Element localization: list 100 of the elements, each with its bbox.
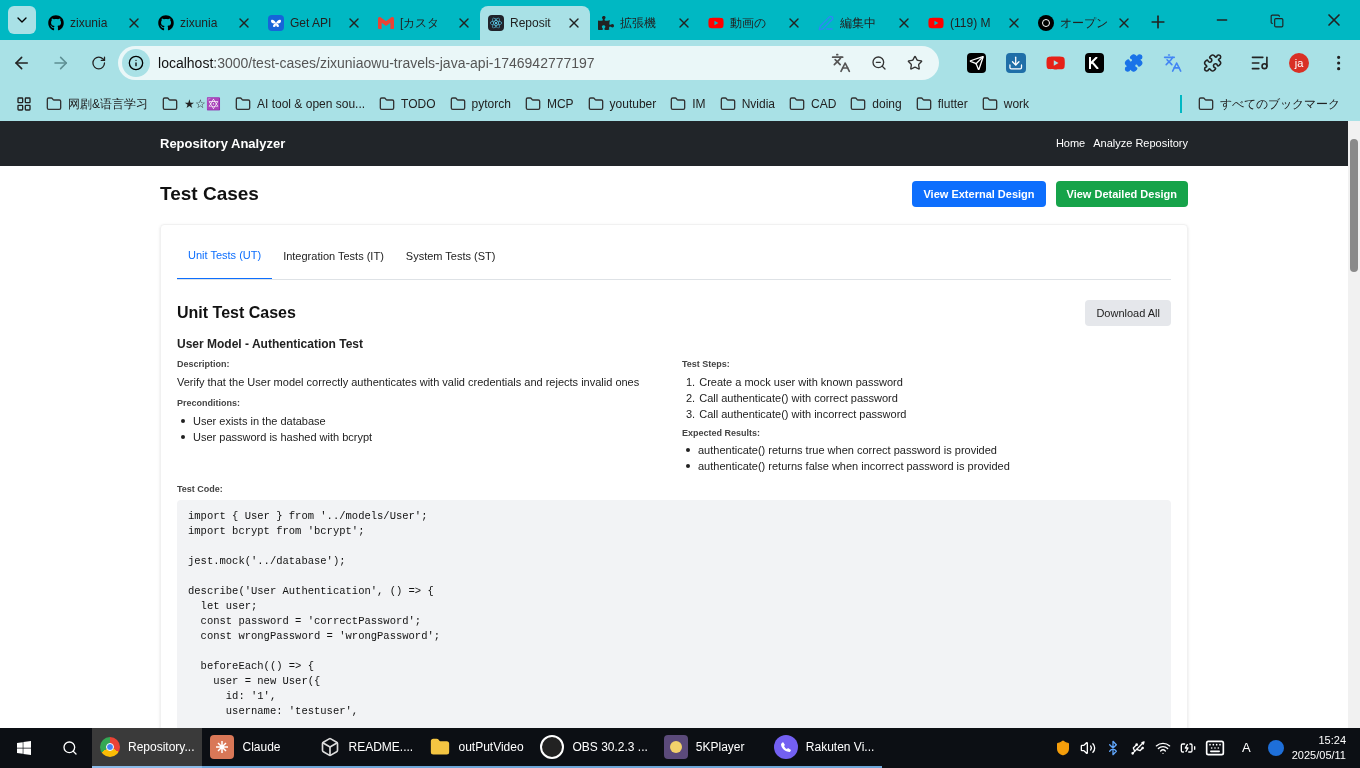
taskbar-app[interactable]: outPutVideo [422, 728, 533, 768]
browser-tab[interactable]: (119) M [920, 6, 1030, 40]
cube-icon [320, 737, 341, 757]
folder-icon [915, 95, 932, 112]
shield-icon[interactable] [1055, 740, 1072, 756]
step-number: 3. [686, 406, 696, 422]
folder-icon [789, 95, 805, 112]
browser-icon [100, 737, 120, 757]
nav-link[interactable]: Analyze Repository [1093, 135, 1188, 152]
input-mode-indicator[interactable]: A [1234, 738, 1259, 758]
tab-title: 拡張機 [620, 15, 657, 32]
spiral-icon [1038, 15, 1054, 31]
browser-tab[interactable]: zixunia [150, 6, 260, 40]
notification-icon[interactable] [1267, 740, 1284, 756]
bookmark-folder[interactable]: pytorch [449, 94, 511, 113]
folder-icon [670, 95, 687, 112]
bookmark-folder[interactable]: 网剧&语言学习 [46, 94, 148, 113]
field-label: Preconditions: [177, 397, 241, 410]
browser-tab[interactable]: zixunia [40, 6, 150, 40]
tab-title: 編集中 [840, 15, 877, 32]
folder-icon [850, 95, 867, 112]
pen-icon [818, 15, 834, 31]
bookmark-folder[interactable]: flutter [915, 94, 968, 113]
folder-icon [524, 95, 541, 112]
test-type-tab[interactable]: Integration Tests (IT) [272, 233, 395, 279]
precondition-item: User password is hashed with bcrypt [177, 428, 373, 445]
zoom-icon[interactable] [870, 55, 887, 71]
address-bar[interactable]: localhost:3000/test-cases/zixuniaowu-travels-java-api-1746942777197 [118, 46, 939, 80]
tab-search-button[interactable] [8, 6, 36, 34]
bookmark-folder[interactable]: AI tool & open sou... [235, 94, 366, 113]
taskbar-app[interactable]: README.... [312, 728, 423, 768]
starburst-icon [210, 735, 235, 759]
field-label: Expected Results: [682, 426, 762, 440]
bookmark-folder[interactable]: CAD [789, 94, 837, 113]
browser-tab[interactable]: Reposit [480, 6, 590, 40]
taskbar-app[interactable]: 5KPlayer [655, 728, 766, 768]
bookmark-folder[interactable]: youtuber [587, 94, 657, 113]
windows-start-icon[interactable] [16, 740, 32, 756]
puzzle-icon[interactable] [1124, 53, 1144, 73]
player-icon [663, 735, 688, 759]
bookmark-folder[interactable]: Nvidia [719, 94, 775, 113]
browser-tab[interactable]: 拡張機 [590, 6, 700, 40]
folder-icon [981, 95, 998, 112]
volume-icon[interactable] [1080, 740, 1097, 756]
browser-tab[interactable]: Get API [260, 6, 370, 40]
tab-title: 動画の [730, 15, 767, 32]
bookmark-folder[interactable]: ★☆🔯 [162, 94, 221, 113]
wifi-icon[interactable] [1155, 740, 1172, 756]
folder-icon [235, 95, 251, 112]
taskbar-app[interactable]: Claude [202, 728, 313, 768]
field-label: Test Steps: [682, 358, 731, 371]
precondition-item: User exists in the database [177, 412, 326, 429]
browser-tab[interactable]: オープン [1030, 6, 1140, 40]
design-button[interactable]: View External Design [912, 181, 1046, 207]
play-logo-icon [708, 15, 724, 31]
bookmark-folder[interactable]: MCP [524, 94, 574, 113]
search-icon[interactable] [62, 740, 78, 756]
apps-icon[interactable] [16, 95, 32, 112]
code-block: import { User } from '../models/User'; import bcrypt from 'bcrypt'; jest.mock('../database'); describe('User Authentication', () => { let user; const password = 'correctPassword'; const wrongPassword = 'wrongPassword'; beforeEach(() => { user = new User({ id: '1', username: 'testuser', [177, 499, 1171, 728]
folder-icon [1198, 95, 1214, 112]
play-logo-icon [928, 15, 944, 31]
section-title: Unit Test Cases [177, 303, 297, 323]
bookmark-folder[interactable]: doing [850, 94, 902, 113]
download-icon[interactable] [1006, 53, 1026, 73]
translate-icon[interactable] [830, 53, 851, 73]
bookmark-folder[interactable]: TODO [379, 94, 436, 113]
scrollbar[interactable] [1348, 121, 1360, 728]
letter-k-icon[interactable] [1084, 53, 1105, 73]
browser-tab[interactable]: [カスタ [370, 6, 480, 40]
usb-icon[interactable] [1130, 740, 1147, 756]
tab-title: (119) M [950, 15, 992, 32]
test-type-tab[interactable]: Unit Tests (UT) [177, 233, 273, 279]
circle-logo-icon [540, 735, 565, 759]
nav-link[interactable]: Home [1055, 135, 1086, 152]
puzzle-icon [598, 15, 614, 31]
keyboard-icon[interactable] [1205, 738, 1226, 758]
scrollbar-thumb[interactable] [1350, 139, 1358, 272]
taskbar-app[interactable]: OBS 30.2.3 ... [532, 728, 656, 768]
profile-avatar[interactable]: ja [1289, 53, 1309, 73]
clock-time[interactable]: 15:24 [1318, 733, 1346, 748]
brand-title[interactable]: Repository Analyzer [160, 133, 286, 154]
site-info-icon[interactable] [122, 49, 151, 77]
clock-date[interactable]: 2025/05/11 [1291, 748, 1346, 763]
bookmark-folder[interactable]: work [981, 94, 1030, 113]
download-all-button[interactable]: Download All [1085, 300, 1171, 326]
test-type-tab[interactable]: System Tests (ST) [394, 233, 507, 279]
step-text: Create a mock user with known password [699, 374, 903, 390]
bookmark-star-icon[interactable] [906, 55, 923, 71]
extensions-icon[interactable] [1202, 53, 1223, 73]
folder-icon [587, 95, 604, 112]
bookmark-folder[interactable]: IM [670, 94, 706, 113]
browser-tab[interactable]: 編集中 [810, 6, 920, 40]
bookmark-folder[interactable]: すべてのブックマーク [1180, 94, 1340, 113]
browser-tab[interactable]: 動画の [700, 6, 810, 40]
reload-icon[interactable] [90, 55, 107, 71]
taskbar-app[interactable]: Rakuten Vi... [765, 728, 883, 768]
paper-plane-icon[interactable] [966, 53, 987, 73]
taskbar-app[interactable]: Repository... [92, 728, 203, 768]
restore-icon[interactable] [1270, 14, 1284, 28]
battery-icon[interactable] [1180, 740, 1197, 756]
